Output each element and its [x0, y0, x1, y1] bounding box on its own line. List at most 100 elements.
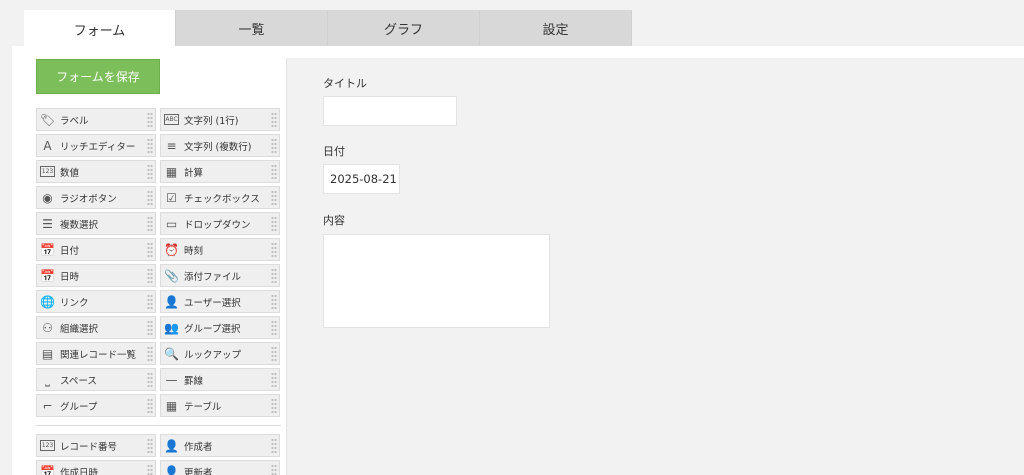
palette-item[interactable]: 123 レコード番号	[36, 434, 156, 457]
palette-item-label: 更新者	[184, 467, 213, 475]
drag-handle-icon[interactable]	[147, 320, 153, 336]
palette-item[interactable]: ☰ 複数選択	[36, 212, 156, 235]
drag-handle-icon[interactable]	[271, 294, 277, 310]
palette-item[interactable]: ▦ 計算	[160, 160, 280, 183]
palette-item-label: グループ	[60, 401, 98, 413]
text-multi-line-icon: ≡	[166, 138, 177, 153]
palette-item[interactable]: ⚇ 組織選択	[36, 316, 156, 339]
number-icon: 123	[40, 166, 55, 177]
palette-item[interactable]: 👤 更新者	[160, 460, 280, 475]
palette-item[interactable]: ⎵ スペース	[36, 368, 156, 391]
drag-handle-icon[interactable]	[271, 164, 277, 180]
palette-item-label: 文字列 (1行)	[184, 115, 239, 127]
palette-item-label: チェックボックス	[184, 193, 260, 205]
drag-handle-icon[interactable]	[147, 216, 153, 232]
group-icon: 👥	[164, 320, 179, 335]
drag-handle-icon[interactable]	[147, 372, 153, 388]
text-single-line-icon: ABC	[164, 114, 179, 125]
drag-handle-icon[interactable]	[271, 438, 277, 454]
palette-item[interactable]: ◉ ラジオボタン	[36, 186, 156, 209]
palette-item[interactable]: ▤ 関連レコード一覧	[36, 342, 156, 365]
title-field-label: タイトル	[323, 77, 367, 90]
palette-item[interactable]: 👤 ユーザー選択	[160, 290, 280, 313]
palette-item[interactable]: 🌐 リンク	[36, 290, 156, 313]
palette-item[interactable]: ⌐ グループ	[36, 394, 156, 417]
drag-handle-icon[interactable]	[271, 190, 277, 206]
line-icon: —	[165, 372, 178, 387]
tab-list[interactable]: 一覧	[176, 10, 328, 47]
palette-item-label: リッチエディター	[60, 141, 136, 153]
drag-handle-icon[interactable]	[147, 242, 153, 258]
title-input[interactable]	[323, 96, 457, 126]
drag-handle-icon[interactable]	[271, 398, 277, 414]
palette-item[interactable]: 📎 添付ファイル	[160, 264, 280, 287]
palette-item[interactable]: 📅 日付	[36, 238, 156, 261]
drag-handle-icon[interactable]	[147, 138, 153, 154]
drag-handle-icon[interactable]	[147, 112, 153, 128]
palette-item[interactable]: ≡ 文字列 (複数行)	[160, 134, 280, 157]
date-input[interactable]: 2025-08-21	[323, 164, 400, 194]
drag-handle-icon[interactable]	[147, 346, 153, 362]
save-form-button[interactable]: フォームを保存	[36, 59, 160, 94]
palette-item[interactable]: 📅 作成日時	[36, 460, 156, 475]
palette-item[interactable]: 📅 日時	[36, 264, 156, 287]
drag-handle-icon[interactable]	[147, 268, 153, 284]
drag-handle-icon[interactable]	[147, 438, 153, 454]
drag-handle-icon[interactable]	[147, 164, 153, 180]
drag-handle-icon[interactable]	[271, 346, 277, 362]
lookup-icon: 🔍	[164, 346, 179, 361]
group-field-icon: ⌐	[42, 398, 53, 413]
palette-item[interactable]: 🔍 ルックアップ	[160, 342, 280, 365]
drag-handle-icon[interactable]	[147, 190, 153, 206]
palette-item-label: 関連レコード一覧	[60, 349, 137, 361]
drag-handle-icon[interactable]	[271, 372, 277, 388]
drag-handle-icon[interactable]	[271, 320, 277, 336]
drag-handle-icon[interactable]	[271, 138, 277, 154]
palette-item[interactable]: 👤 作成者	[160, 434, 280, 457]
palette-item[interactable]: ▭ ドロップダウン	[160, 212, 280, 235]
palette-item[interactable]: 🏷 ラベル	[36, 108, 156, 131]
palette-item-label: ドロップダウン	[184, 219, 251, 231]
form-canvas: タイトル 日付 2025-08-21 内容	[287, 58, 1024, 475]
palette-item[interactable]: ⏰ 時刻	[160, 238, 280, 261]
palette-item[interactable]: 123 数値	[36, 160, 156, 183]
palette-item-label: 組織選択	[60, 323, 99, 335]
drag-handle-icon[interactable]	[271, 112, 277, 128]
drag-handle-icon[interactable]	[147, 398, 153, 414]
palette-item[interactable]: — 罫線	[160, 368, 280, 391]
palette-item-label: リンク	[60, 297, 89, 309]
palette-item-label: 罫線	[184, 375, 204, 387]
globe-icon: 🌐	[40, 294, 55, 309]
content-textarea[interactable]	[323, 234, 550, 328]
tab-form[interactable]: フォーム	[24, 10, 176, 48]
drag-handle-icon[interactable]	[147, 464, 153, 475]
record-number-icon: 123	[40, 440, 55, 451]
calendar-icon: 📅	[40, 242, 55, 257]
drag-handle-icon[interactable]	[147, 294, 153, 310]
drag-handle-icon[interactable]	[271, 268, 277, 284]
drag-handle-icon[interactable]	[271, 242, 277, 258]
clock-icon: ⏰	[164, 242, 179, 257]
palette-item[interactable]: ☑ チェックボックス	[160, 186, 280, 209]
palette-item-label: ラベル	[60, 115, 89, 127]
palette-item[interactable]: A リッチエディター	[36, 134, 156, 157]
checkbox-icon: ☑	[166, 190, 177, 205]
palette-item[interactable]: 👥 グループ選択	[160, 316, 280, 339]
form-editor-panel: フォームを保存 🏷 ラベル ABC 文字列 (1行) A リッチエディター ≡ 文字列 (複数…	[12, 46, 1024, 475]
created-datetime-icon: 📅	[40, 464, 55, 475]
palette-item-label: 複数選択	[60, 219, 99, 231]
palette-item[interactable]: ABC 文字列 (1行)	[160, 108, 280, 131]
drag-handle-icon[interactable]	[271, 216, 277, 232]
tab-settings[interactable]: 設定	[480, 10, 632, 47]
drag-handle-icon[interactable]	[271, 464, 277, 475]
tab-graph[interactable]: グラフ	[328, 10, 480, 47]
related-records-icon: ▤	[41, 346, 54, 361]
palette-item-label: グループ選択	[184, 323, 241, 335]
tag-icon: 🏷	[39, 112, 56, 127]
field-palette: フォームを保存 🏷 ラベル ABC 文字列 (1行) A リッチエディター ≡ 文字列 (複数…	[24, 46, 286, 475]
content-field-label: 内容	[323, 214, 345, 227]
palette-item-label: 日付	[60, 245, 80, 257]
palette-item-label: 作成日時	[60, 467, 99, 475]
palette-item[interactable]: ▦ テーブル	[160, 394, 280, 417]
palette-item-label: 日時	[60, 271, 80, 283]
